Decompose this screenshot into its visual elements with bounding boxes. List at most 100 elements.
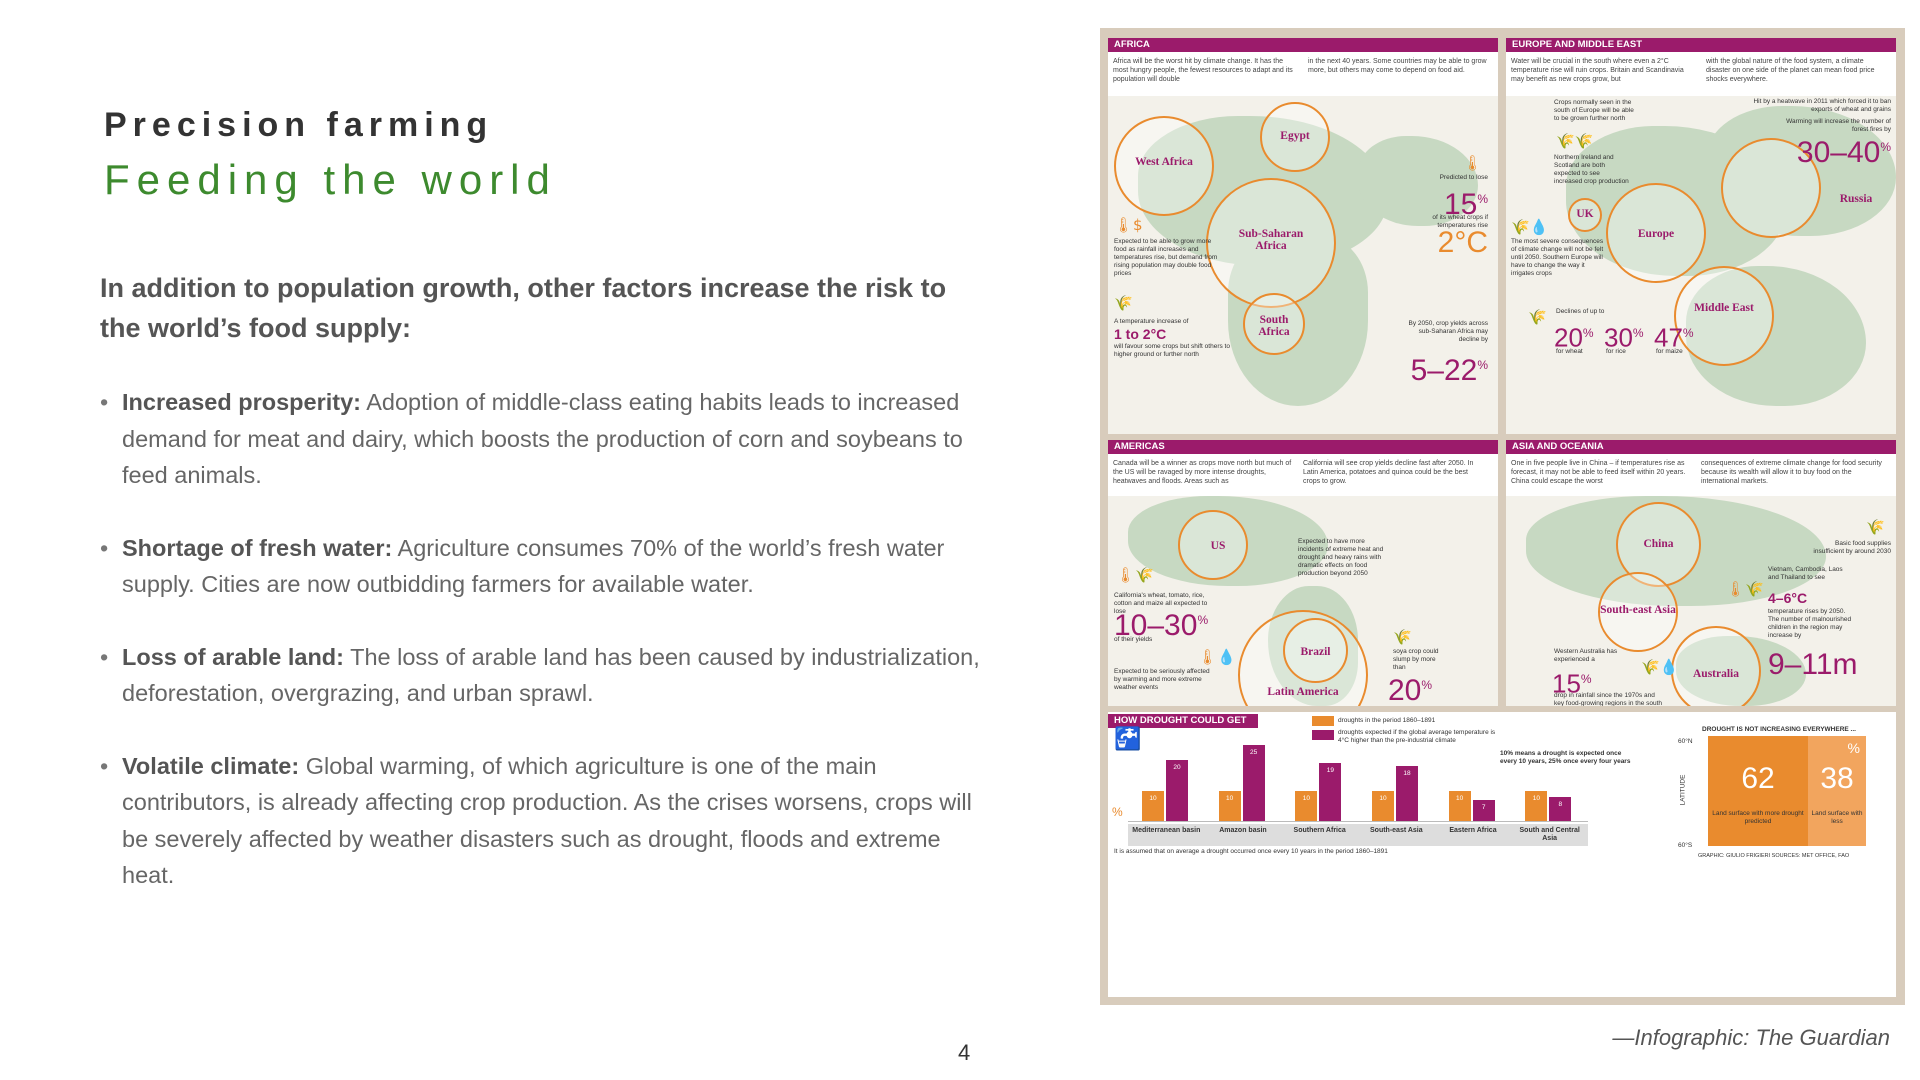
soya-note: soya crop could slump by more than (1393, 648, 1439, 671)
wheat-icon: 🌾 (1866, 518, 1885, 536)
warming-note: Expected to be seriously affected by war… (1114, 668, 1210, 691)
image-credit: —Infographic: The Guardian (1612, 1025, 1890, 1050)
ni-note: Northern Ireland and Scotland are both e… (1554, 154, 1629, 185)
americas-header: AMERICAS (1108, 440, 1498, 454)
bullet-item: Loss of arable land: The loss of arable … (100, 639, 980, 712)
percent-sign: % (1880, 140, 1891, 154)
soya-value: 20% (1388, 674, 1433, 706)
wheat-icon: 🌾 (1528, 308, 1547, 326)
africa-intro-2: in the next 40 years. Some countries may… (1308, 58, 1487, 74)
region-label: China (1643, 538, 1674, 550)
europe-panel: EUROPE AND MIDDLE EAST Water will be cru… (1506, 38, 1896, 434)
asia-header: ASIA AND OCEANIA (1506, 440, 1896, 454)
category-label: Eastern Africa (1449, 827, 1497, 834)
sa-value: 5–22% (1410, 354, 1488, 387)
sea-temp: 4–6°C (1768, 590, 1808, 606)
temp-value: 1 to 2°C (1114, 326, 1167, 342)
bar-value-label: 10 (1379, 794, 1387, 802)
legend-swatch-future (1312, 730, 1334, 740)
egypt-temp: 2°C (1437, 226, 1488, 259)
bullet-item: Increased prosperity: Adoption of middle… (100, 384, 980, 494)
china-note: Basic food supplies insufficient by arou… (1813, 540, 1891, 555)
bullet-head: Increased prosperity: (122, 389, 362, 415)
thermometer-icon: 🌡💧 (1198, 648, 1236, 666)
aus-post: drop in rainfall since the 1970s and key… (1554, 692, 1663, 706)
not-increasing-title: DROUGHT IS NOT INCREASING EVERYWHERE ... (1702, 726, 1856, 733)
americas-intro-2: California will see crop yields decline … (1303, 460, 1474, 485)
bar-value-label: 7 (1481, 803, 1486, 811)
bar-value-label: 25 (1250, 749, 1258, 756)
sa-note: By 2050, crop yields across sub-Saharan … (1408, 320, 1488, 343)
sea-note-2: temperature rises by 2050. The number of… (1768, 608, 1852, 639)
legend-swatch-past (1312, 716, 1334, 726)
drought-panel: HOW DROUGHT COULD GET WORSE droughts in … (1108, 712, 1896, 997)
bar-future: 7 (1472, 799, 1495, 821)
category-label: South-east Asia (1370, 827, 1423, 834)
category-label: Southern Africa (1293, 827, 1346, 834)
region-label: Latin America (1267, 686, 1339, 698)
lat-bottom: 60°S (1678, 842, 1693, 849)
bar-value-label: 8 (1558, 800, 1563, 808)
bullet-item: Volatile climate: Global warming, of whi… (100, 748, 980, 894)
decline-pre: Declines of up to (1556, 308, 1605, 315)
russia-value: 30–40% (1796, 136, 1891, 169)
thermometer-icon: 🌡🌾 (1726, 580, 1764, 598)
bar-value-label: 20 (1173, 764, 1181, 772)
percent-sign: % (1197, 613, 1209, 627)
region-label: South-east Asia (1600, 604, 1676, 616)
less-drought-block: % 38 Land surface with less (1808, 736, 1866, 846)
south-note: The most severe consequences of climate … (1511, 238, 1604, 277)
us-note: Expected to have more incidents of extre… (1298, 538, 1384, 577)
bar-value-label: 10 (1149, 794, 1157, 802)
bar-future: 19 (1319, 763, 1342, 821)
thermometer-icon: 🌡 (1463, 154, 1483, 172)
y-axis-label: % (1112, 805, 1123, 819)
europe-intro-1: Water will be crucial in the south where… (1511, 58, 1684, 83)
region-label: Middle East (1694, 302, 1754, 314)
bar-past: 10 (1295, 790, 1318, 821)
bar-future: 20 (1166, 760, 1188, 821)
asia-intro-2: consequences of extreme climate change f… (1701, 460, 1882, 485)
california-post: of their yields (1114, 636, 1153, 643)
region-label: West Africa (1135, 156, 1193, 168)
wheat-icon: 🌾 (1393, 628, 1412, 646)
region-label: UK (1576, 208, 1594, 220)
legend-past: droughts in the period 1860–1891 (1338, 717, 1436, 724)
temp-note-post: will favour some crops but shift others … (1114, 343, 1230, 358)
bar-value-label: 10 (1456, 794, 1464, 802)
region-label: US (1210, 540, 1226, 552)
more-drought-block: 62 Land surface with more drought predic… (1708, 736, 1808, 846)
drought-header: HOW DROUGHT COULD GET WORSE (1108, 714, 1258, 740)
bullet-head: Shortage of fresh water: (122, 534, 393, 561)
bar-categories: Mediterranean basin Amazon basin Southern … (1128, 824, 1588, 846)
sea-value: 9–11m (1768, 648, 1858, 681)
decline-label: for wheat (1556, 348, 1583, 355)
wheat-icon: 🌾💧 (1641, 658, 1679, 676)
thermometer-icon: 🌡🌾 (1116, 566, 1154, 584)
bar-value-label: 19 (1326, 767, 1334, 775)
aus-pre: Western Australia has experienced a (1554, 648, 1618, 663)
bar-future: 25 (1242, 745, 1265, 821)
more-drought-value: 62 (1741, 762, 1775, 795)
less-drought-label: Land surface with less (1811, 810, 1863, 825)
slide-title: Precision farming (104, 106, 494, 144)
percent-sign: % (1682, 326, 1694, 340)
latitude-axis-label: LATITUDE (1679, 774, 1687, 806)
bar-past: 10 (1142, 790, 1164, 821)
asia-panel: ASIA AND OCEANIA One in five people live… (1506, 440, 1896, 706)
intro-heading: In addition to population growth, other … (100, 273, 947, 343)
graphic-credit: GRAPHIC: GIULIO FRIGIERI SOURCES: MET OF… (1698, 853, 1850, 859)
bar-past: 10 (1448, 790, 1471, 821)
percent-sign: % (1477, 358, 1488, 372)
infographic: AFRICA Africa will be the worst hit by c… (1100, 28, 1905, 1005)
region-label: Brazil (1300, 646, 1331, 658)
pct-symbol: % (1847, 740, 1860, 756)
africa-header: AFRICA (1108, 38, 1498, 52)
percent-sign: % (1580, 672, 1592, 686)
wheat-icon: 🌾🌾 (1556, 132, 1594, 150)
russia-note-1: Hit by a heatwave in 2011 which forced i… (1753, 98, 1891, 113)
percent-sign: % (1582, 326, 1594, 340)
thermometer-icon: 🌡$ (1114, 216, 1143, 234)
africa-intro-1: Africa will be the worst hit by climate … (1113, 58, 1293, 83)
bar-past: 10 (1525, 790, 1548, 821)
